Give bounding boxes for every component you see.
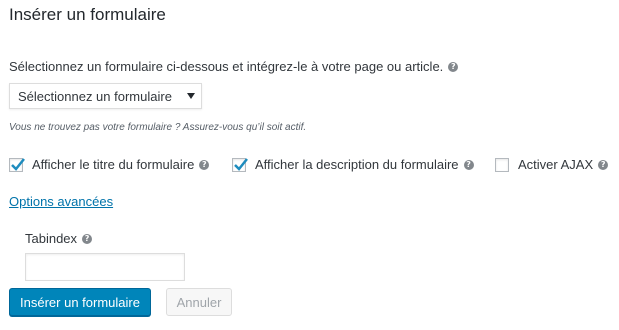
form-select-intro-text: Sélectionnez un formulaire ci-dessous et… — [9, 59, 444, 74]
checkmark-icon — [11, 157, 25, 171]
tabindex-label-row: Tabindex ? — [25, 231, 93, 246]
form-select-value: Sélectionnez un formulaire — [18, 88, 172, 104]
help-icon[interactable]: ? — [463, 159, 474, 170]
dialog-title: Insérer un formulaire — [9, 5, 166, 24]
tabindex-label: Tabindex — [25, 231, 78, 246]
enable-ajax-checkbox[interactable] — [495, 157, 509, 172]
inactive-form-note: Vous ne trouvez pas votre formulaire ? A… — [9, 122, 307, 133]
enable-ajax-label: Activer AJAX — [518, 157, 594, 172]
help-icon[interactable]: ? — [598, 159, 609, 170]
option-display-title[interactable]: Afficher le titre du formulaire ? — [9, 157, 210, 172]
help-icon[interactable]: ? — [199, 159, 210, 170]
help-icon[interactable]: ? — [82, 233, 93, 244]
insert-form-button[interactable]: Insérer un formulaire — [9, 288, 151, 316]
display-description-label: Afficher la description du formulaire — [255, 157, 459, 172]
option-enable-ajax[interactable]: Activer AJAX ? — [495, 157, 609, 172]
form-select-intro: Sélectionnez un formulaire ci-dessous et… — [9, 59, 459, 74]
cancel-button[interactable]: Annuler — [166, 288, 232, 316]
display-title-label: Afficher le titre du formulaire — [32, 157, 195, 172]
display-description-checkbox[interactable] — [232, 157, 248, 172]
tabindex-input[interactable] — [25, 253, 185, 281]
chevron-down-icon — [187, 93, 195, 99]
help-icon[interactable]: ? — [448, 61, 459, 72]
display-title-checkbox[interactable] — [9, 157, 25, 172]
option-display-description[interactable]: Afficher la description du formulaire ? — [232, 157, 474, 172]
checkmark-icon — [234, 157, 248, 171]
form-select-dropdown[interactable]: Sélectionnez un formulaire — [9, 83, 202, 109]
advanced-options-link[interactable]: Options avancées — [9, 194, 113, 209]
